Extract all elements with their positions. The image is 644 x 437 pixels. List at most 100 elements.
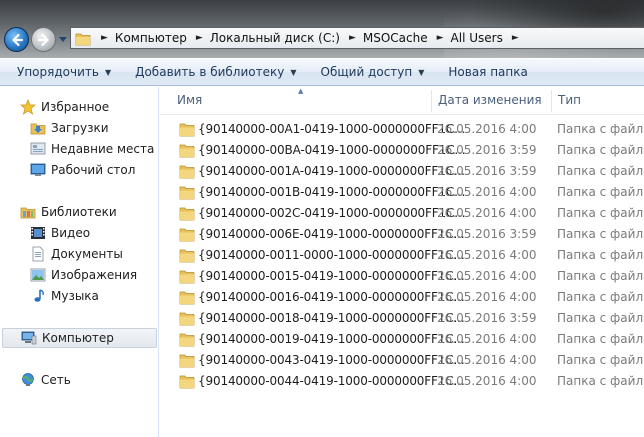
file-type: Папка с файлами — [557, 248, 644, 262]
file-date: 26.05.2016 4:00 — [437, 290, 537, 304]
file-date: 26.05.2016 3:59 — [437, 164, 537, 178]
sidebar-item-video[interactable]: Видео — [0, 223, 158, 243]
file-type: Папка с файлами — [557, 206, 644, 220]
sidebar-item-label: Библиотеки — [41, 205, 117, 219]
file-date: 26.05.2016 4:00 — [437, 353, 537, 367]
sort-ascending-icon: ▲ — [298, 87, 304, 95]
sidebar-item-music[interactable]: Музыка — [0, 286, 158, 306]
new-folder-button[interactable]: Новая папка — [439, 60, 536, 84]
column-divider[interactable] — [431, 90, 432, 112]
file-name: {90140000-0043-0419-1000-0000000FF1C... — [198, 353, 465, 367]
sidebar-item-recent-places[interactable]: Недавние места — [0, 139, 158, 159]
column-header-name[interactable]: Имя — [177, 93, 202, 107]
sidebar-item-label: Недавние места — [51, 142, 155, 156]
breadcrumb-computer[interactable]: Компьютер — [112, 31, 190, 45]
file-type: Папка с файлами — [557, 164, 644, 178]
sidebar-item-desktop[interactable]: Рабочий стол — [0, 160, 158, 180]
sidebar-item-label: Избранное — [41, 100, 110, 114]
crumb-separator[interactable]: ► — [190, 33, 207, 43]
column-header-date[interactable]: Дата изменения — [438, 93, 542, 107]
file-date: 26.05.2016 4:00 — [437, 269, 537, 283]
documents-icon — [30, 246, 46, 262]
file-type: Папка с файлами — [557, 185, 644, 199]
file-list-pane: ▲ Имя Дата изменения Тип {90140000-00A1-… — [160, 87, 644, 437]
arrow-left-icon — [11, 33, 23, 46]
organize-button[interactable]: Упорядочить ▼ — [8, 60, 120, 84]
video-icon — [30, 225, 46, 241]
sidebar-item-label: Документы — [51, 247, 123, 261]
address-bar-area: ► Компьютер ► Локальный диск (C:) ► MSOC… — [0, 0, 644, 58]
sidebar-item-label: Видео — [51, 226, 91, 240]
sidebar-item-libraries[interactable]: Библиотеки — [0, 202, 158, 222]
sidebar-item-downloads[interactable]: Загрузки — [0, 118, 158, 138]
desktop-icon — [30, 162, 46, 178]
folder-icon — [179, 312, 195, 326]
crumb-separator[interactable]: ► — [343, 33, 360, 43]
sidebar-item-network[interactable]: Сеть — [0, 370, 158, 390]
crumb-separator[interactable]: ► — [506, 33, 523, 43]
music-icon — [30, 288, 46, 304]
downloads-folder-icon — [30, 120, 46, 136]
libraries-icon — [20, 204, 36, 220]
table-row[interactable]: {90140000-001B-0419-1000-0000000FF1C... 2… — [160, 182, 644, 203]
forward-button[interactable] — [31, 27, 56, 52]
file-type: Папка с файлами — [557, 353, 644, 367]
breadcrumb-all-users[interactable]: All Users — [448, 31, 506, 45]
table-row[interactable]: {90140000-0019-0419-1000-0000000FF1C... 2… — [160, 329, 644, 350]
table-row[interactable]: {90140000-0044-0419-1000-0000000FF1C... 2… — [160, 371, 644, 392]
table-row[interactable]: {90140000-006E-0419-1000-0000000FF1C... 2… — [160, 224, 644, 245]
sidebar-item-favorites[interactable]: Избранное — [0, 97, 158, 117]
sidebar-item-label: Компьютер — [42, 331, 114, 345]
add-to-library-button[interactable]: Добавить в библиотеку ▼ — [126, 60, 305, 84]
table-row[interactable]: {90140000-00BA-0419-1000-0000000FF1C... 2… — [160, 140, 644, 161]
file-date: 26.05.2016 4:00 — [437, 332, 537, 346]
table-row[interactable]: {90140000-002C-0419-1000-0000000FF1C... 2… — [160, 203, 644, 224]
column-divider[interactable] — [551, 90, 552, 112]
folder-icon — [179, 228, 195, 242]
organize-label: Упорядочить — [17, 65, 99, 79]
file-date: 26.05.2016 3:59 — [437, 143, 537, 157]
file-type: Папка с файлами — [557, 332, 644, 346]
crumb-separator[interactable]: ► — [95, 33, 112, 43]
crumb-separator[interactable]: ► — [431, 33, 448, 43]
recent-places-icon — [30, 141, 46, 157]
table-row[interactable]: {90140000-0016-0419-1000-0000000FF1C... 2… — [160, 287, 644, 308]
table-row[interactable]: {90140000-0011-0000-1000-0000000FF1C... 2… — [160, 245, 644, 266]
sidebar-item-label: Рабочий стол — [51, 163, 136, 177]
address-input[interactable]: ► Компьютер ► Локальный диск (C:) ► MSOC… — [70, 27, 644, 49]
file-type: Папка с файлами — [557, 227, 644, 241]
network-icon — [20, 372, 36, 388]
table-row[interactable]: {90140000-00A1-0419-1000-0000000FF1C... 2… — [160, 119, 644, 140]
sidebar-item-label: Изображения — [51, 268, 138, 282]
sidebar-item-label: Сеть — [41, 373, 71, 387]
table-row[interactable]: {90140000-0043-0419-1000-0000000FF1C... 2… — [160, 350, 644, 371]
file-date: 26.05.2016 4:00 — [437, 206, 537, 220]
file-name: {90140000-002C-0419-1000-0000000FF1C... — [198, 206, 466, 220]
recent-pages-button[interactable] — [58, 35, 68, 45]
sidebar-item-images[interactable]: Изображения — [0, 265, 158, 285]
chevron-down-icon: ▼ — [104, 67, 112, 77]
file-type: Папка с файлами — [557, 374, 644, 388]
file-name: {90140000-006E-0419-1000-0000000FF1C... — [198, 227, 465, 241]
file-name: {90140000-0019-0419-1000-0000000FF1C... — [198, 332, 465, 346]
sidebar-item-documents[interactable]: Документы — [0, 244, 158, 264]
back-button[interactable] — [4, 27, 29, 52]
breadcrumb-local-disk[interactable]: Локальный диск (C:) — [207, 31, 343, 45]
star-icon — [20, 99, 36, 115]
file-type: Папка с файлами — [557, 122, 644, 136]
folder-icon — [179, 123, 195, 137]
breadcrumb-msocache[interactable]: MSOCache — [360, 31, 431, 45]
table-row[interactable]: {90140000-0015-0419-1000-0000000FF1C... 2… — [160, 266, 644, 287]
sidebar-item-label: Музыка — [51, 289, 99, 303]
chevron-down-icon: ▼ — [418, 67, 425, 77]
add-to-library-label: Добавить в библиотеку — [135, 65, 285, 79]
table-row[interactable]: {90140000-001A-0419-1000-0000000FF1C... 2… — [160, 161, 644, 182]
sidebar-item-computer[interactable]: Компьютер — [2, 328, 157, 348]
file-name: {90140000-001A-0419-1000-0000000FF1C... — [198, 164, 465, 178]
table-row[interactable]: {90140000-0018-0419-1000-0000000FF1C... 2… — [160, 308, 644, 329]
file-date: 26.05.2016 4:00 — [437, 122, 537, 136]
share-button[interactable]: Общий доступ ▼ — [312, 60, 434, 84]
folder-icon — [179, 270, 195, 284]
column-header-type[interactable]: Тип — [558, 93, 581, 107]
folder-icon — [179, 186, 195, 200]
